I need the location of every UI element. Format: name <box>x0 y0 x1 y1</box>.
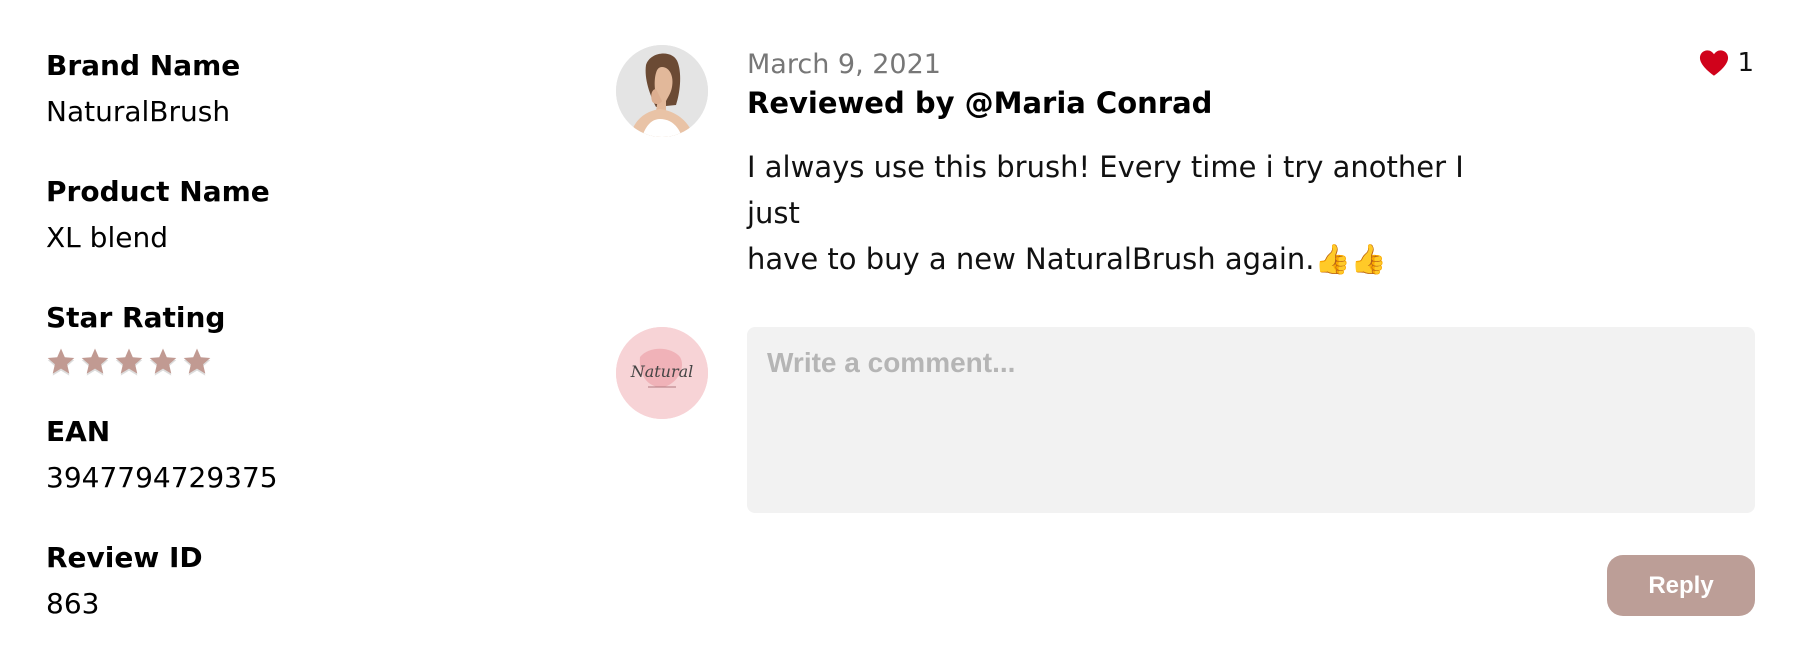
star-icon <box>182 347 212 377</box>
product-details: Brand Name NaturalBrush Product Name XL … <box>46 48 546 666</box>
review-id-label: Review ID <box>46 541 203 574</box>
star-icon <box>148 347 178 377</box>
brand-avatar: Natural <box>616 327 708 419</box>
review-id-value: 863 <box>46 587 100 620</box>
product-field: Product Name XL blend <box>46 174 546 256</box>
svg-text:Natural: Natural <box>630 362 694 381</box>
ean-label: EAN <box>46 415 111 448</box>
review-id-field: Review ID 863 <box>46 540 546 622</box>
brand-value: NaturalBrush <box>46 95 231 128</box>
review-text-line: I always use this brush! Every time i tr… <box>747 150 1464 230</box>
like-button[interactable]: 1 <box>1699 48 1754 78</box>
star-icon <box>46 347 76 377</box>
star-icon <box>80 347 110 377</box>
review-text: I always use this brush! Every time i tr… <box>747 144 1507 282</box>
reply-button[interactable]: Reply <box>1607 555 1755 616</box>
brand-label: Brand Name <box>46 49 241 82</box>
star-rating <box>46 344 546 380</box>
ean-field: EAN 3947794729375 <box>46 414 546 496</box>
review-date: March 9, 2021 <box>747 49 941 80</box>
comment-input[interactable] <box>747 327 1755 513</box>
rating-label: Star Rating <box>46 301 226 334</box>
like-count: 1 <box>1737 48 1754 78</box>
review-author[interactable]: Reviewed by @Maria Conrad <box>747 84 1757 122</box>
brand-logo: Natural <box>616 327 708 419</box>
reviewer-avatar <box>616 45 708 137</box>
ean-value: 3947794729375 <box>46 461 278 494</box>
product-value: XL blend <box>46 221 168 254</box>
heart-icon[interactable] <box>1699 49 1729 77</box>
review-text-line: have to buy a new NaturalBrush again.👍👍 <box>747 242 1387 276</box>
brand-field: Brand Name NaturalBrush <box>46 48 546 130</box>
star-icon <box>114 347 144 377</box>
product-label: Product Name <box>46 175 270 208</box>
review: March 9, 2021 Reviewed by @Maria Conrad … <box>747 46 1757 282</box>
reviewer-photo <box>616 45 708 137</box>
rating-field: Star Rating <box>46 300 546 380</box>
